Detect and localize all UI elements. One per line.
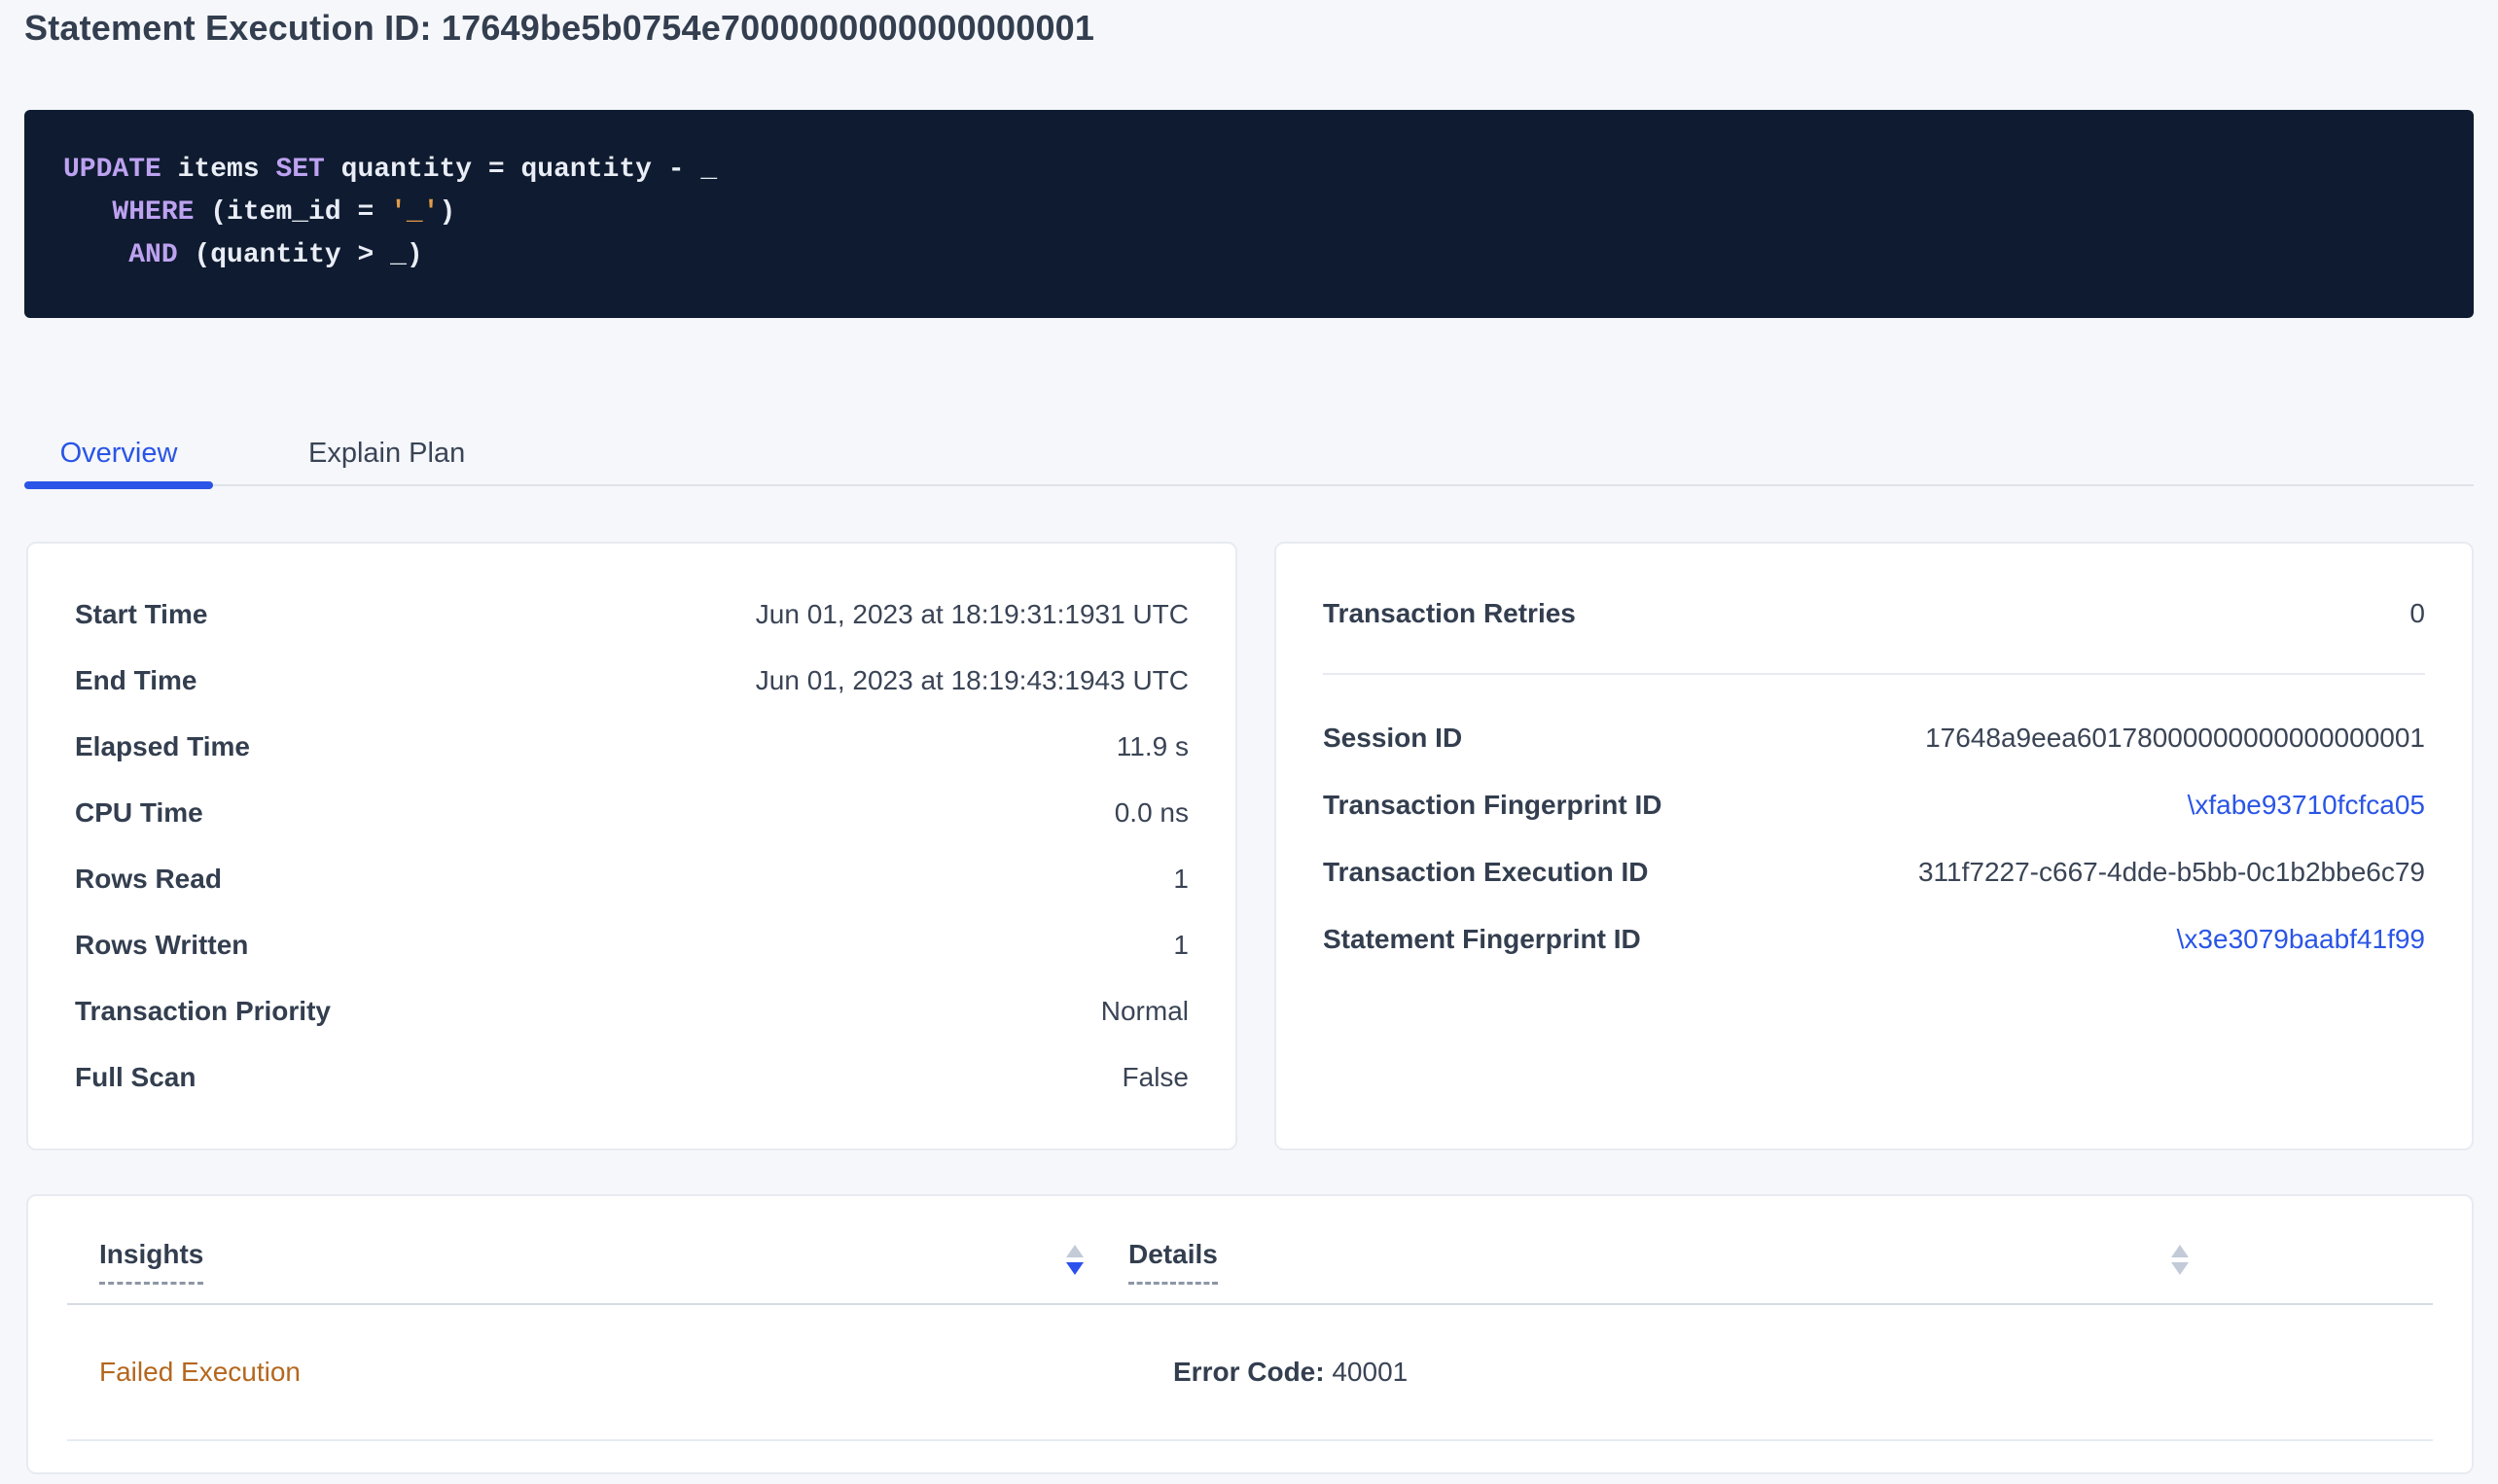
stat-label: Transaction Priority: [75, 996, 331, 1027]
sql-statement-text: UPDATE items SET quantity = quantity - _…: [24, 110, 2474, 277]
insight-detail-cell: Error Code: 40001: [1173, 1357, 1408, 1388]
stat-value: 0: [2409, 598, 2425, 629]
stat-value: 11.9 s: [1117, 731, 1189, 762]
stat-value: False: [1123, 1062, 1189, 1093]
insight-type-cell: Failed Execution: [99, 1357, 1128, 1388]
stat-label: Transaction Retries: [1323, 598, 1576, 629]
stat-value: 0.0 ns: [1115, 797, 1189, 829]
stat-label: CPU Time: [75, 797, 203, 829]
stat-row-transaction-fingerprint-id: Transaction Fingerprint ID \xfabe93710fc…: [1323, 771, 2425, 838]
sort-icon[interactable]: [2171, 1245, 2189, 1275]
transaction-fingerprint-link[interactable]: \xfabe93710fcfca05: [2188, 790, 2425, 821]
sort-asc-icon: [1066, 1245, 1084, 1257]
column-header-label: Insights: [99, 1239, 203, 1285]
detail-cards: Start Time Jun 01, 2023 at 18:19:31:1931…: [26, 542, 2474, 1150]
stat-label: Statement Fingerprint ID: [1323, 924, 1641, 955]
stat-row-start-time: Start Time Jun 01, 2023 at 18:19:31:1931…: [75, 582, 1189, 648]
stat-row-end-time: End Time Jun 01, 2023 at 18:19:43:1943 U…: [75, 648, 1189, 714]
column-header-insights[interactable]: Insights: [99, 1239, 1084, 1285]
column-header-details[interactable]: Details: [1128, 1239, 2189, 1285]
stat-label: Transaction Execution ID: [1323, 857, 1649, 888]
sql-statement-box: UPDATE items SET quantity = quantity - _…: [24, 110, 2474, 318]
stat-value: 311f7227-c667-4dde-b5bb-0c1b2bbe6c79: [1918, 857, 2425, 888]
statement-fingerprint-link[interactable]: \x3e3079baabf41f99: [2177, 924, 2425, 955]
tab-overview[interactable]: Overview: [24, 422, 213, 484]
insights-table: Insights Details Failed Execution Error …: [26, 1194, 2474, 1474]
stat-value: 17648a9eea60178000000000000000001: [1925, 723, 2425, 754]
stat-row-transaction-priority: Transaction Priority Normal: [75, 978, 1189, 1044]
error-code-value: 40001: [1332, 1357, 1408, 1387]
stat-value: 1: [1173, 930, 1189, 961]
stat-label: Session ID: [1323, 723, 1462, 754]
tab-explain-plan[interactable]: Explain Plan: [271, 422, 502, 484]
stat-label: End Time: [75, 665, 197, 696]
stat-row-transaction-retries: Transaction Retries 0: [1323, 582, 2425, 646]
card-divider: [1323, 673, 2425, 675]
column-header-label: Details: [1128, 1239, 1218, 1285]
stat-label: Elapsed Time: [75, 731, 250, 762]
stat-value: Jun 01, 2023 at 18:19:31:1931 UTC: [756, 599, 1189, 630]
sort-desc-icon: [1066, 1262, 1084, 1275]
stat-row-cpu-time: CPU Time 0.0 ns: [75, 780, 1189, 846]
insights-table-header: Insights Details: [67, 1196, 2433, 1305]
tab-bar: Overview Explain Plan: [24, 422, 2474, 486]
stat-row-full-scan: Full Scan False: [75, 1044, 1189, 1111]
stat-row-elapsed-time: Elapsed Time 11.9 s: [75, 714, 1189, 780]
sort-asc-icon: [2171, 1245, 2189, 1257]
stat-label: Rows Written: [75, 930, 248, 961]
sql-line: UPDATE items SET quantity = quantity - _…: [63, 155, 717, 270]
stat-label: Transaction Fingerprint ID: [1323, 790, 1661, 821]
stat-row-rows-read: Rows Read 1: [75, 846, 1189, 912]
error-code-label: Error Code:: [1173, 1357, 1325, 1387]
stat-row-transaction-execution-id: Transaction Execution ID 311f7227-c667-4…: [1323, 838, 2425, 905]
stat-value: 1: [1173, 864, 1189, 895]
stat-row-session-id: Session ID 17648a9eea6017800000000000000…: [1323, 704, 2425, 771]
stat-row-rows-written: Rows Written 1: [75, 912, 1189, 978]
stat-row-statement-fingerprint-id: Statement Fingerprint ID \x3e3079baabf41…: [1323, 905, 2425, 972]
transaction-ids-card: Transaction Retries 0 Session ID 17648a9…: [1274, 542, 2474, 1150]
stat-value: Jun 01, 2023 at 18:19:43:1943 UTC: [756, 665, 1189, 696]
stat-label: Full Scan: [75, 1062, 196, 1093]
stat-label: Start Time: [75, 599, 207, 630]
insight-table-row: Failed Execution Error Code: 40001: [67, 1305, 2433, 1441]
sort-icon[interactable]: [1066, 1245, 1084, 1275]
page-title: Statement Execution ID: 17649be5b0754e70…: [24, 8, 1094, 49]
overview-stats-card: Start Time Jun 01, 2023 at 18:19:31:1931…: [26, 542, 1237, 1150]
stat-label: Rows Read: [75, 864, 222, 895]
sort-desc-icon: [2171, 1262, 2189, 1275]
stat-value: Normal: [1101, 996, 1189, 1027]
